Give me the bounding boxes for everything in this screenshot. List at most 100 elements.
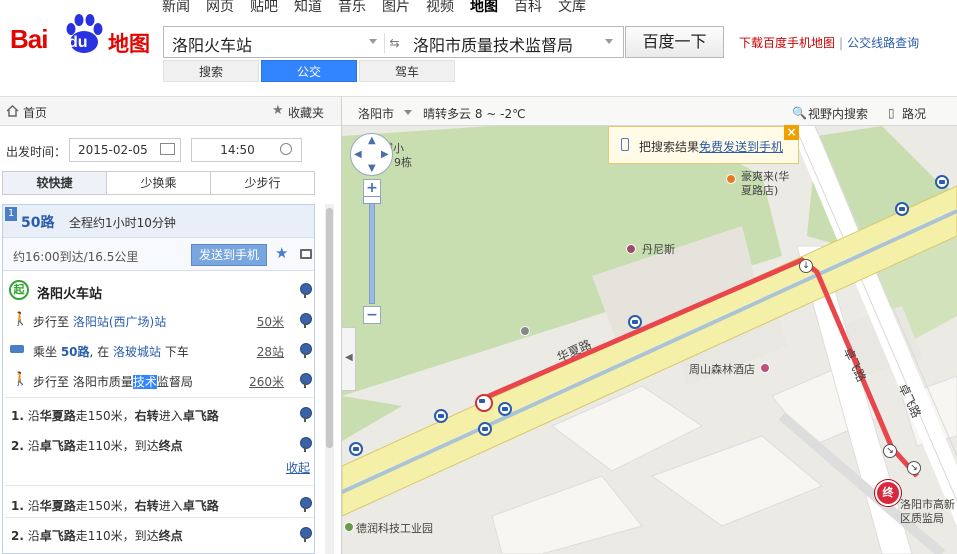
- step-stops[interactable]: 28站: [257, 343, 284, 360]
- poi-icon[interactable]: [520, 326, 530, 336]
- topnav-map[interactable]: 地图: [470, 0, 498, 18]
- calendar-icon[interactable]: [160, 143, 175, 155]
- shopping-poi-icon[interactable]: [626, 244, 636, 254]
- map-label-industrial-park[interactable]: 德润科技工业园: [356, 520, 433, 536]
- search-button[interactable]: 百度一下: [625, 26, 724, 58]
- step-distance[interactable]: 50米: [257, 313, 284, 330]
- map-label-hotel[interactable]: 周山森林酒店: [689, 361, 755, 377]
- download-app-link[interactable]: 下载百度手机地图: [739, 36, 835, 50]
- stop-link[interactable]: 洛玻城站: [113, 345, 161, 359]
- restaurant-poi-icon[interactable]: [726, 174, 736, 184]
- destination-input[interactable]: 洛阳市质量技术监督局: [413, 32, 573, 56]
- walk-detail-2[interactable]: 2. 沿卓飞路走110米，到达终点: [3, 429, 314, 459]
- panel-scrollbar[interactable]: [325, 204, 334, 554]
- topnav-zhidao[interactable]: 知道: [294, 0, 322, 18]
- tab-search[interactable]: 搜索: [163, 60, 259, 82]
- chevron-left-icon[interactable]: ◀: [345, 352, 353, 363]
- zoom-slider-thumb[interactable]: [363, 196, 381, 204]
- city-dropdown-icon[interactable]: [404, 110, 412, 115]
- locate-pin-icon[interactable]: [300, 437, 312, 452]
- print-icon[interactable]: [300, 249, 312, 259]
- plan-header[interactable]: 1 50路 全程约1小时10分钟: [3, 205, 314, 237]
- view-search-button[interactable]: 视野内搜索: [808, 105, 868, 122]
- close-icon[interactable]: ×: [784, 125, 799, 140]
- search-icon[interactable]: 🔍: [792, 106, 807, 120]
- step-walk-1[interactable]: 🚶 步行至 洛阳站(西广场)站 50米: [3, 305, 314, 335]
- pan-down-icon[interactable]: ▼: [368, 163, 376, 174]
- boarding-bus-stop-icon[interactable]: [475, 394, 493, 412]
- bus-line-query-link[interactable]: 公交线路查询: [847, 36, 919, 50]
- tab-fastest[interactable]: 较快捷: [3, 172, 107, 194]
- send-to-phone-button[interactable]: 发送到手机: [191, 244, 267, 266]
- park-poi-icon[interactable]: [344, 522, 354, 532]
- origin-dropdown-icon[interactable]: [369, 39, 377, 44]
- panel-toggle-handle[interactable]: ◀: [342, 327, 356, 391]
- tab-fewer-transfers[interactable]: 少换乘: [107, 172, 211, 194]
- map-canvas[interactable]: 城小 9栋 豪爽来(华 夏路店) 丹尼斯 华夏路 周山森林酒店 卓飞路 卓飞路 …: [342, 96, 957, 554]
- swap-icon[interactable]: ⇆: [384, 33, 404, 53]
- zoom-in-button[interactable]: +: [363, 179, 381, 197]
- hotel-poi-icon[interactable]: [760, 363, 770, 373]
- locate-pin-icon[interactable]: [300, 407, 312, 422]
- traffic-light-icon[interactable]: ▯: [888, 106, 895, 120]
- bus-stop-icon[interactable]: [498, 402, 512, 416]
- topnav-news[interactable]: 新闻: [162, 0, 190, 18]
- topnav-images[interactable]: 图片: [382, 0, 410, 18]
- pan-up-icon[interactable]: ▲: [368, 135, 376, 146]
- walk-detail-3[interactable]: 1. 沿华夏路走150米，右转进入卓飞路: [3, 489, 314, 519]
- favorite-star-icon[interactable]: ★: [275, 244, 288, 262]
- locate-pin-icon[interactable]: [300, 283, 312, 298]
- locate-pin-icon[interactable]: [300, 497, 312, 512]
- map-label-end-2[interactable]: 区质监局: [900, 510, 944, 526]
- step-distance[interactable]: 260米: [249, 373, 284, 390]
- origin-input[interactable]: 洛阳火车站: [172, 32, 252, 56]
- locate-pin-icon[interactable]: [300, 373, 312, 388]
- map-label-haoshuanglai-2[interactable]: 夏路店): [741, 182, 778, 198]
- tab-drive[interactable]: 驾车: [359, 60, 455, 82]
- map-label-dennis[interactable]: 丹尼斯: [642, 241, 675, 257]
- walk-detail-1[interactable]: 1. 沿华夏路走150米，右转进入卓飞路: [3, 399, 314, 429]
- step-bus[interactable]: 乘坐 50路, 在 洛玻城站 下车 28站: [3, 335, 314, 365]
- tab-bus[interactable]: 公交: [261, 60, 357, 82]
- home-link[interactable]: 首页: [23, 104, 47, 121]
- stop-link[interactable]: 洛阳站(西广场)站: [73, 315, 166, 329]
- traffic-button[interactable]: 路况: [902, 105, 926, 122]
- baidu-map-logo[interactable]: Bai du 地图: [10, 6, 155, 56]
- destination-dropdown-icon[interactable]: [605, 39, 613, 44]
- bus-stop-icon[interactable]: [895, 202, 909, 216]
- topnav-wenku[interactable]: 文库: [558, 0, 586, 18]
- topnav-video[interactable]: 视频: [426, 0, 454, 18]
- zoom-out-button[interactable]: −: [363, 306, 381, 324]
- tab-less-walking[interactable]: 少步行: [211, 172, 314, 194]
- pan-left-icon[interactable]: ◀: [354, 149, 362, 160]
- topnav-web[interactable]: 网页: [206, 0, 234, 18]
- bus-stop-icon[interactable]: [349, 442, 363, 456]
- plan-route-name[interactable]: 50路: [21, 212, 54, 232]
- topnav-baike[interactable]: 百科: [514, 0, 542, 18]
- pan-right-icon[interactable]: ▶: [381, 149, 389, 160]
- star-icon[interactable]: ★: [272, 103, 284, 118]
- walk-detail-4[interactable]: 2. 沿卓飞路走110米，到达终点: [3, 519, 314, 549]
- step-start[interactable]: 起 洛阳火车站: [3, 275, 314, 305]
- home-icon[interactable]: [6, 105, 19, 117]
- end-marker[interactable]: 终: [875, 480, 901, 506]
- step-walk-2[interactable]: 🚶 步行至 洛阳市质量技术监督局 260米: [3, 365, 314, 395]
- bus-stop-icon[interactable]: [628, 315, 642, 329]
- city-selector[interactable]: 洛阳市: [358, 105, 394, 122]
- bus-stop-icon[interactable]: [478, 422, 492, 436]
- collapse-link[interactable]: 收起: [286, 459, 310, 476]
- favorites-link[interactable]: 收藏夹: [288, 104, 324, 121]
- locate-pin-icon[interactable]: [300, 343, 312, 358]
- pan-control[interactable]: ▲ ▼ ◀ ▶: [350, 133, 393, 176]
- topnav-music[interactable]: 音乐: [338, 0, 366, 18]
- locate-pin-icon[interactable]: [300, 313, 312, 328]
- bus-stop-icon[interactable]: [935, 175, 949, 189]
- locate-pin-icon[interactable]: [300, 527, 312, 542]
- topnav-tieba[interactable]: 贴吧: [250, 0, 278, 18]
- notice-send-link[interactable]: 免费发送到手机: [699, 140, 783, 154]
- clock-icon[interactable]: [280, 143, 292, 155]
- zoom-slider-track[interactable]: [369, 200, 375, 304]
- bus-stop-icon[interactable]: [434, 409, 448, 423]
- scrollbar-thumb[interactable]: [326, 208, 333, 448]
- bus-line-link[interactable]: 50路: [61, 345, 90, 359]
